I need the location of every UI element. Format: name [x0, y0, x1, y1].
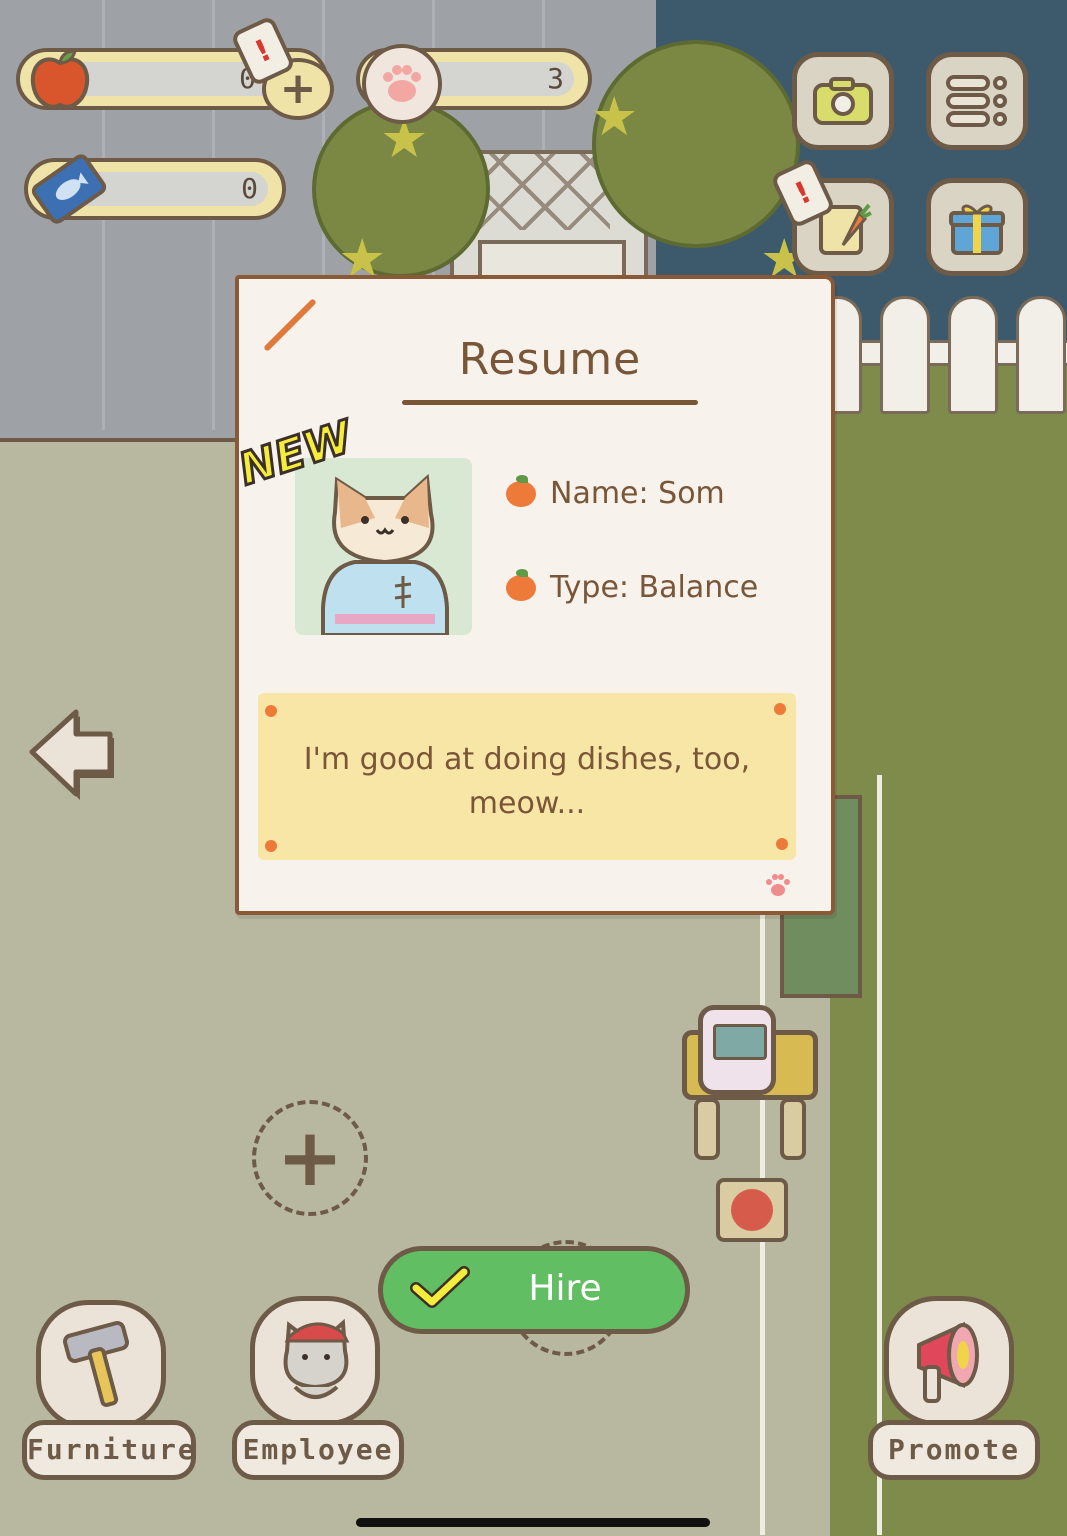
- type-text: Type: Balance: [550, 570, 759, 605]
- fence-picket: [1016, 296, 1066, 414]
- cat-portrait: [295, 458, 472, 635]
- fish-ticket-icon: [24, 144, 114, 234]
- back-arrow-icon[interactable]: [28, 708, 120, 808]
- gift-icon: [949, 204, 1005, 255]
- hire-label: Hire: [528, 1268, 602, 1309]
- paws-value: 3: [547, 62, 564, 95]
- plus-icon: +: [276, 1111, 344, 1204]
- tickets-value: 0: [241, 172, 258, 205]
- tangerine-icon: [506, 474, 536, 507]
- paw-icon: [362, 44, 442, 124]
- home-indicator: [356, 1518, 710, 1527]
- desk-legs: [694, 1100, 806, 1160]
- note-pin: [265, 840, 277, 852]
- seat-cushion[interactable]: [716, 1178, 788, 1242]
- note-pin: [265, 705, 277, 717]
- cat-avatar: [321, 473, 449, 635]
- list-menu-icon: [946, 75, 1007, 127]
- fence-picket: [948, 296, 998, 414]
- type-row: Type: Balance: [506, 568, 759, 605]
- checkmark-icon: [410, 1266, 470, 1308]
- promote-art[interactable]: [884, 1296, 1014, 1426]
- resume-title: Resume: [458, 334, 642, 385]
- employee-button[interactable]: Employee: [232, 1420, 404, 1480]
- menu-button[interactable]: [926, 52, 1028, 150]
- paw-stamp-icon: [766, 874, 790, 896]
- furniture-button[interactable]: Furniture: [22, 1420, 196, 1480]
- note-pin: [776, 838, 788, 850]
- cat-employee-icon: [283, 1318, 350, 1399]
- employee-art[interactable]: [250, 1296, 380, 1426]
- camera-icon: [813, 77, 873, 125]
- computer[interactable]: [698, 1005, 776, 1095]
- gift-button[interactable]: [926, 178, 1028, 276]
- apple-icon: [20, 40, 100, 120]
- megaphone-icon: [917, 1321, 979, 1403]
- promote-button[interactable]: Promote: [868, 1420, 1040, 1480]
- note-pin: [774, 703, 786, 715]
- name-row: Name: Som: [506, 474, 725, 511]
- add-slot-button[interactable]: +: [252, 1100, 368, 1216]
- computer-screen: [713, 1024, 767, 1060]
- resume-quote: I'm good at doing dishes, too, meow...: [303, 742, 751, 821]
- cushion-pattern: [731, 1189, 773, 1231]
- tangerine-icon: [506, 568, 536, 601]
- star-decoration-icon: ★: [590, 85, 639, 148]
- camera-button[interactable]: [792, 52, 894, 150]
- fence-picket: [880, 296, 930, 414]
- name-text: Name: Som: [550, 476, 725, 511]
- title-underline: [402, 400, 698, 405]
- furniture-art[interactable]: [36, 1300, 166, 1430]
- greenhouse-lattice: [480, 150, 610, 230]
- hammer-icon: [63, 1321, 129, 1407]
